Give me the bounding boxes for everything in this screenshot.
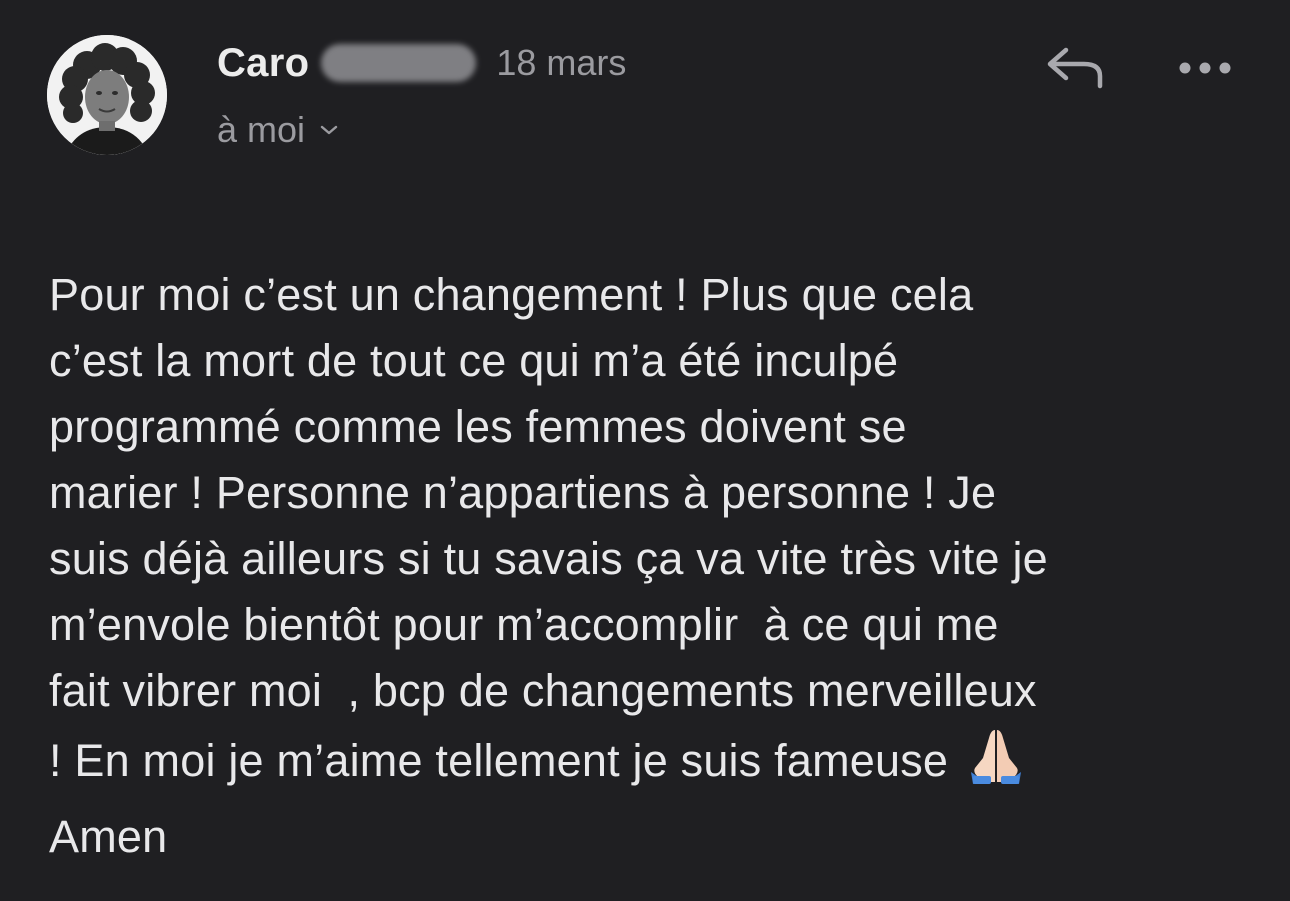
message-date: 18 mars bbox=[496, 42, 627, 83]
sender-row: Caro 18 mars bbox=[217, 38, 626, 88]
message-line: Amen bbox=[49, 811, 168, 862]
chevron-down-icon bbox=[319, 123, 339, 137]
more-horizontal-icon bbox=[1178, 61, 1232, 80]
sender-avatar[interactable] bbox=[47, 35, 167, 155]
reply-button[interactable] bbox=[1040, 42, 1110, 96]
message-line: c’est la mort de tout ce qui m’a été inc… bbox=[49, 335, 899, 386]
redacted-surname bbox=[321, 44, 477, 82]
message-line: Pour moi c’est un changement ! Plus que … bbox=[49, 269, 974, 320]
message-body: Pour moi c’est un changement ! Plus que … bbox=[49, 262, 1259, 870]
recipient-toggle[interactable]: à moi bbox=[217, 108, 339, 152]
email-view: Caro 18 mars à moi Pour moi c’est un cha… bbox=[0, 0, 1290, 901]
message-line: suis déjà ailleurs si tu savais ça va vi… bbox=[49, 533, 1048, 584]
message-line: programmé comme les femmes doivent se bbox=[49, 401, 907, 452]
message-line: marier ! Personne n’appartiens à personn… bbox=[49, 467, 997, 518]
more-options-button[interactable] bbox=[1170, 48, 1240, 92]
reply-arrow-icon bbox=[1044, 44, 1106, 95]
folded-hands-emoji bbox=[965, 724, 1027, 804]
message-line: ! En moi je m’aime tellement je suis fam… bbox=[49, 734, 949, 786]
message-line: fait vibrer moi , bcp de changements mer… bbox=[49, 665, 1037, 716]
message-line: m’envole bientôt pour m’accomplir à ce q… bbox=[49, 599, 999, 650]
sender-name[interactable]: Caro bbox=[217, 41, 309, 86]
recipient-label: à moi bbox=[217, 109, 306, 150]
